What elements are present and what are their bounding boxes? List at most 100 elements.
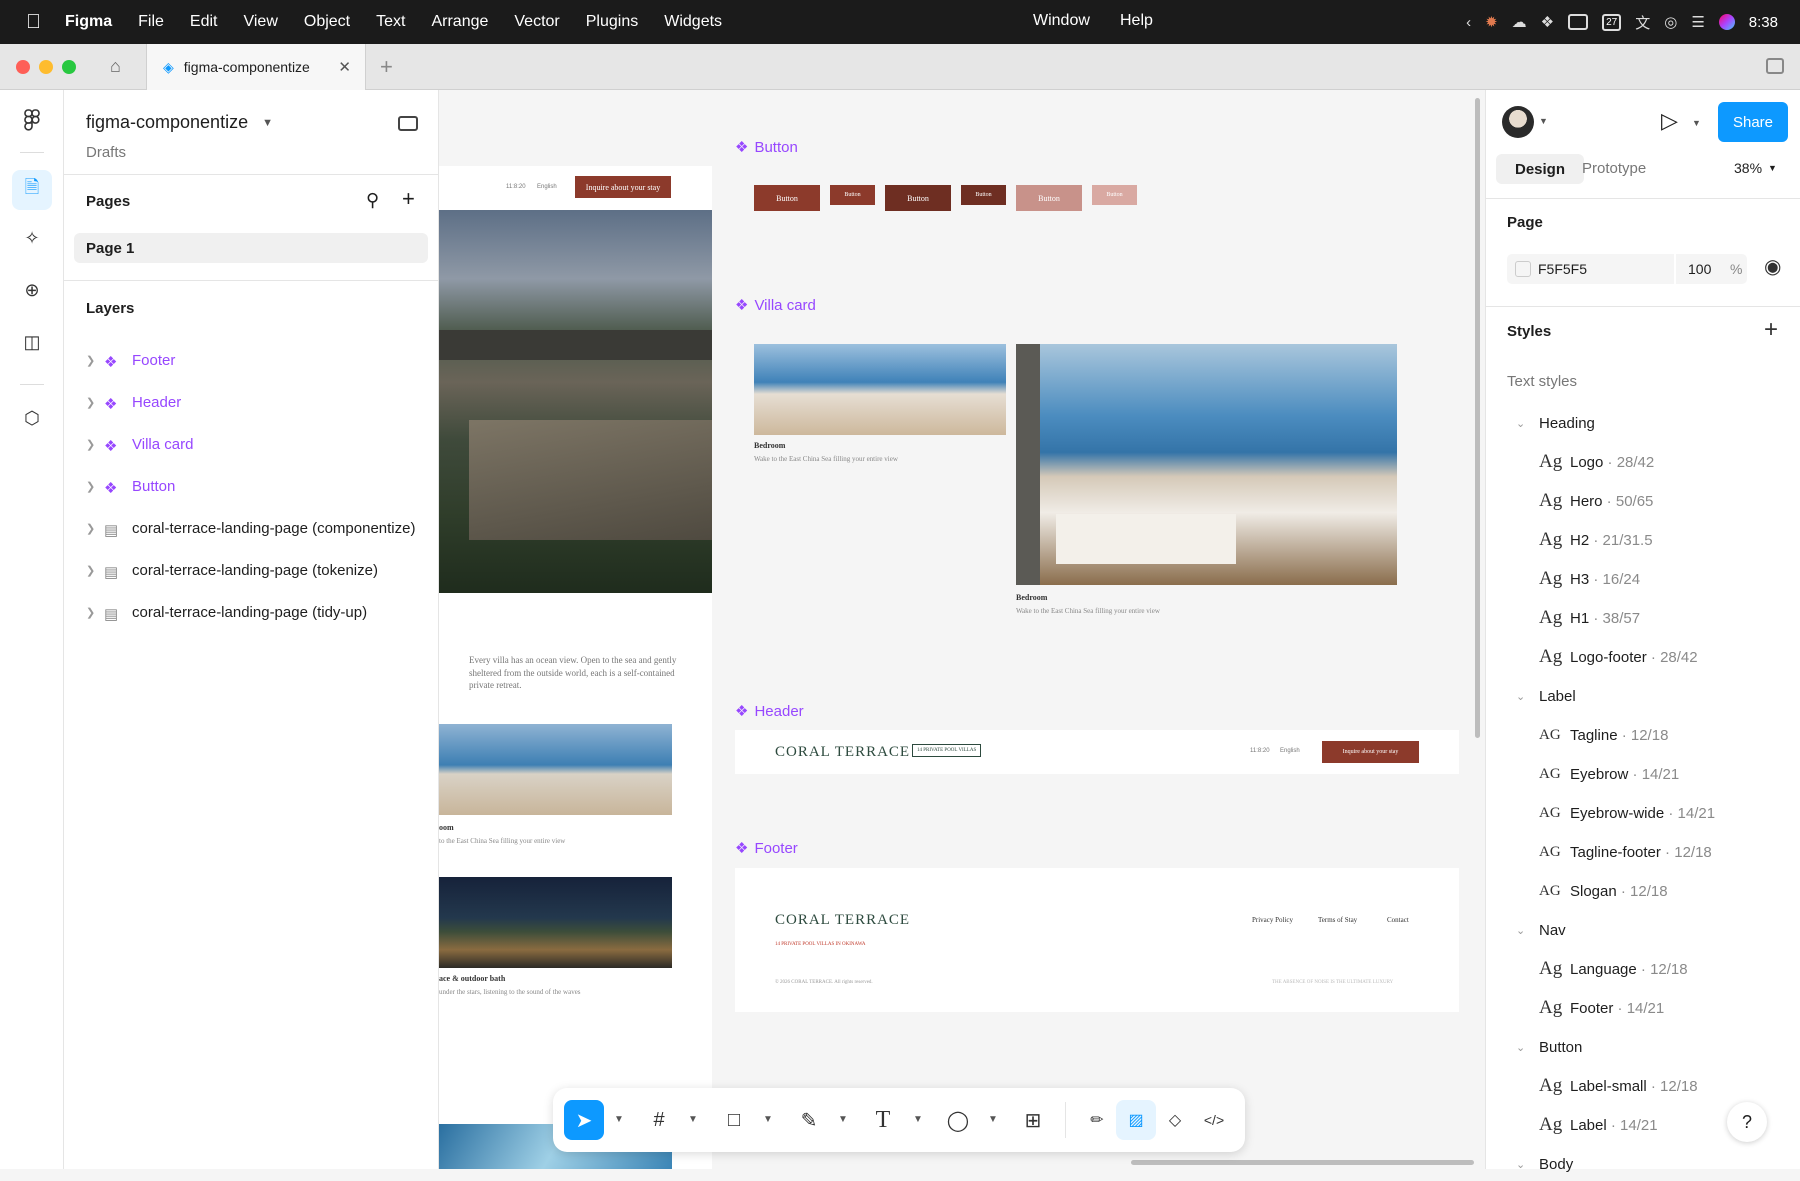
button-section-title[interactable]: ❖ Button	[735, 138, 798, 157]
footer-link-contact[interactable]: Contact	[1387, 916, 1409, 924]
chevron-down-icon[interactable]: ▼	[614, 1114, 624, 1125]
airdrop-icon[interactable]: ◎	[1664, 13, 1677, 31]
zoom-dropdown[interactable]: 38% ▼	[1734, 160, 1777, 176]
hide-sidebar-icon[interactable]	[398, 116, 418, 131]
claude-icon[interactable]: ✹	[1485, 13, 1498, 31]
frame-tool-icon[interactable]: #	[639, 1100, 679, 1140]
text-style-slogan[interactable]: AG Slogan · 12/18	[1486, 874, 1800, 908]
translate-icon[interactable]: 文	[1635, 12, 1650, 33]
chevron-down-icon[interactable]: ⌄	[1516, 924, 1525, 937]
dev-mode-icon[interactable]: </>	[1194, 1100, 1234, 1140]
eye-icon[interactable]: ◉	[1764, 254, 1781, 279]
text-style-tagline[interactable]: AG Tagline · 12/18	[1486, 718, 1800, 752]
button-variant-4[interactable]: Button	[961, 185, 1006, 205]
footer-component[interactable]: CORAL TERRACE 14 PRIVATE POOL VILLAS IN …	[735, 868, 1459, 1012]
footer-link-terms[interactable]: Terms of Stay	[1318, 916, 1357, 924]
horizontal-scrollbar[interactable]	[1131, 1160, 1474, 1165]
page-fill-field[interactable]: F5F5F5 100 %	[1507, 254, 1747, 284]
add-icon[interactable]: ⊕	[18, 276, 46, 304]
tab-figma-componentize[interactable]: ◈ figma-componentize ✕	[146, 44, 366, 90]
style-group-body[interactable]: ⌄ Body	[1486, 1147, 1800, 1181]
landing-page-frame[interactable]: 11:8:20 English Inquire about your stay …	[439, 166, 712, 1169]
text-style-tagline-footer[interactable]: AG Tagline-footer · 12/18	[1486, 835, 1800, 869]
tab-prototype[interactable]: Prototype	[1582, 160, 1646, 177]
nav-cta-button[interactable]: Inquire about your stay	[575, 176, 671, 198]
clock[interactable]: 8:38	[1749, 14, 1778, 31]
sidebar-icon[interactable]	[1568, 14, 1589, 30]
menu-text[interactable]: Text	[376, 13, 405, 31]
chevron-down-icon[interactable]: ▼	[913, 1114, 923, 1125]
villa-card-section-title[interactable]: ❖ Villa card	[735, 296, 816, 315]
villa-card-small-image[interactable]	[754, 344, 1006, 435]
tab-design[interactable]: Design	[1496, 154, 1584, 184]
add-page-icon[interactable]: +	[402, 186, 415, 212]
layer-header[interactable]: ❯ ❖ Header	[64, 384, 439, 420]
assets-icon[interactable]: ✧	[18, 224, 46, 252]
header-logo[interactable]: CORAL TERRACE	[775, 744, 910, 761]
siri-icon[interactable]	[1718, 14, 1735, 30]
calendar-icon[interactable]: 27	[1602, 13, 1622, 31]
header-section-title[interactable]: ❖ Header	[735, 702, 804, 721]
footer-link-privacy[interactable]: Privacy Policy	[1252, 916, 1293, 924]
canvas[interactable]: 11:8:20 English Inquire about your stay …	[439, 90, 1485, 1169]
footer-logo[interactable]: CORAL TERRACE	[775, 912, 910, 929]
page-color-value[interactable]: F5F5F5	[1538, 261, 1587, 277]
figma-logo-icon[interactable]	[18, 106, 46, 134]
control-center-icon[interactable]: ☰	[1691, 13, 1704, 31]
settings-hexagon-icon[interactable]: ⬡	[18, 404, 46, 432]
button-variant-3[interactable]: Button	[885, 185, 951, 211]
button-variant-5[interactable]: Button	[1016, 185, 1082, 211]
panel-toggle-icon[interactable]	[1766, 58, 1784, 74]
layer-landing-tokenize[interactable]: ❯ ▤ coral-terrace-landing-page (tokenize…	[64, 552, 439, 588]
actions-tool-icon[interactable]: ⊞	[1013, 1100, 1053, 1140]
text-style-eyebrow[interactable]: AG Eyebrow · 14/21	[1486, 757, 1800, 791]
vertical-scrollbar[interactable]	[1475, 98, 1480, 738]
apple-icon[interactable]: 	[26, 11, 41, 34]
close-tab-icon[interactable]: ✕	[338, 58, 351, 76]
style-group-heading[interactable]: ⌄ Heading	[1486, 406, 1800, 440]
button-variant-1[interactable]: Button	[754, 185, 820, 211]
help-button[interactable]: ?	[1727, 1102, 1767, 1142]
zoom-window-button[interactable]	[62, 60, 76, 74]
menu-view[interactable]: View	[243, 13, 277, 31]
layer-footer[interactable]: ❯ ❖ Footer	[64, 342, 439, 378]
file-name-dropdown[interactable]: figma-componentize ▼	[86, 112, 273, 133]
footer-section-title[interactable]: ❖ Footer	[735, 839, 798, 858]
chevron-down-icon[interactable]: ⌄	[1516, 1041, 1525, 1054]
close-window-button[interactable]	[16, 60, 30, 74]
text-style-footer[interactable]: Ag Footer · 14/21	[1486, 991, 1800, 1025]
text-style-h3[interactable]: Ag H3 · 16/24	[1486, 562, 1800, 596]
pen-tool-icon[interactable]: ✎	[789, 1100, 829, 1140]
menu-vector[interactable]: Vector	[514, 13, 559, 31]
header-language[interactable]: English	[1280, 748, 1300, 754]
nav-language[interactable]: English	[537, 184, 557, 190]
text-style-logo[interactable]: Ag Logo · 28/42	[1486, 445, 1800, 479]
menu-plugins[interactable]: Plugins	[586, 13, 638, 31]
text-style-logo-footer[interactable]: Ag Logo-footer · 28/42	[1486, 640, 1800, 674]
villa-card-large-image[interactable]	[1016, 344, 1397, 585]
comment-tool-icon[interactable]: ◯	[938, 1100, 978, 1140]
new-tab-button[interactable]: +	[380, 54, 393, 80]
text-style-hero[interactable]: Ag Hero · 50/65	[1486, 484, 1800, 518]
layer-villa-card[interactable]: ❯ ❖ Villa card	[64, 426, 439, 462]
style-group-label[interactable]: ⌄ Label	[1486, 679, 1800, 713]
header-component[interactable]: CORAL TERRACE 14 PRIVATE POOL VILLAS 11:…	[735, 730, 1459, 774]
page-opacity-value[interactable]: 100	[1688, 261, 1711, 277]
menu-arrange[interactable]: Arrange	[431, 13, 488, 31]
layer-button[interactable]: ❯ ❖ Button	[64, 468, 439, 504]
text-style-eyebrow-wide[interactable]: AG Eyebrow-wide · 14/21	[1486, 796, 1800, 830]
text-style-language[interactable]: Ag Language · 12/18	[1486, 952, 1800, 986]
menu-widgets[interactable]: Widgets	[664, 13, 722, 31]
text-style-h1[interactable]: Ag H1 · 38/57	[1486, 601, 1800, 635]
chevron-down-icon[interactable]: ⌄	[1516, 690, 1525, 703]
text-style-label-small[interactable]: Ag Label-small · 12/18	[1486, 1069, 1800, 1103]
text-style-h2[interactable]: Ag H2 · 21/31.5	[1486, 523, 1800, 557]
chevron-right-icon[interactable]: ❯	[86, 480, 95, 493]
rectangle-tool-icon[interactable]: □	[714, 1100, 754, 1140]
file-pages-icon[interactable]: 🗎	[12, 170, 52, 210]
color-swatch[interactable]	[1515, 261, 1531, 277]
menu-app-name[interactable]: Figma	[65, 13, 112, 31]
add-style-icon[interactable]: +	[1764, 316, 1778, 344]
search-icon[interactable]: ⚲	[366, 190, 379, 211]
layer-landing-tidy-up[interactable]: ❯ ▤ coral-terrace-landing-page (tidy-up)	[64, 594, 439, 630]
